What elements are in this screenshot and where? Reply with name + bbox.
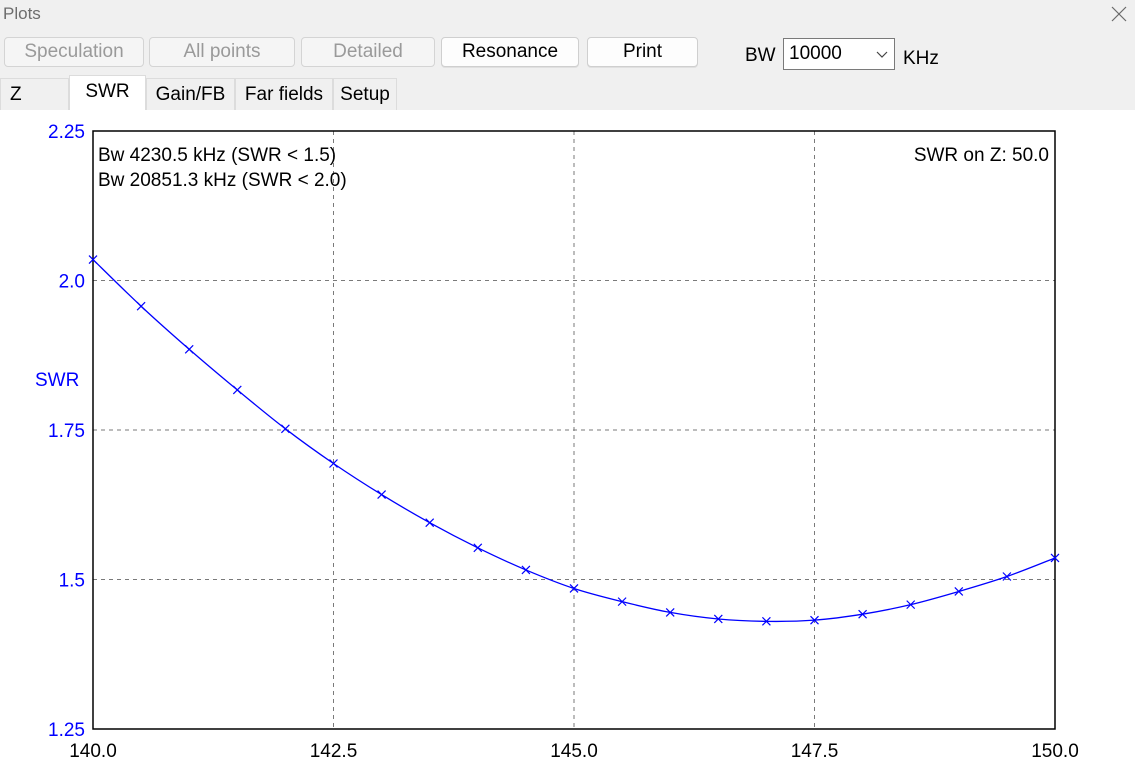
x-tick-label: 142.5 [310,741,358,762]
y-axis-label: SWR [35,370,79,391]
swr-reference-annotation: SWR on Z: 50.0 [914,145,1049,166]
data-point-marker [473,543,483,553]
x-tick-label: 150.0 [1031,741,1079,762]
y-tick-label: 2.25 [48,122,85,143]
data-point-marker [617,597,627,607]
window-title: Plots [3,4,41,23]
detailed-button[interactable]: Detailed [301,37,435,67]
tab-swr[interactable]: SWR [69,75,146,110]
data-point-marker [377,490,387,500]
data-point-marker [425,518,435,528]
print-button[interactable]: Print [587,37,698,67]
bw-annotation-1: Bw 4230.5 kHz (SWR < 1.5) [98,145,336,166]
x-tick-label: 140.0 [69,741,117,762]
tab-setup[interactable]: Setup [333,78,397,110]
resonance-button[interactable]: Resonance [441,37,579,67]
swr-plot: 140.0 142.5 145.0 147.5 150.0 1.25 1.5 1.75 2.0 2… [35,122,1079,762]
speculation-button[interactable]: Speculation [4,37,144,67]
chevron-down-icon [876,51,888,58]
y-tick-label: 1.5 [59,571,85,592]
data-point-marker [136,301,146,311]
data-point-marker [232,385,242,395]
data-point-marker [954,587,964,596]
data-point-marker [521,565,531,575]
data-point-marker [184,344,194,354]
tab-z[interactable]: Z [0,78,69,110]
bw-value: 10000 [789,43,842,64]
bw-annotation-2: Bw 20851.3 kHz (SWR < 2.0) [98,170,347,191]
data-point-marker [569,584,579,593]
close-button[interactable] [1101,0,1135,30]
toolbar: Speculation All points Detailed Resonanc… [0,30,1135,78]
y-tick-label: 1.75 [48,421,85,442]
tab-bar: Z SWR Gain/FB Far fields Setup [0,75,1135,110]
all-points-button[interactable]: All points [149,37,295,67]
bw-label: BW [745,45,776,66]
y-tick-label: 2.0 [59,272,85,293]
x-tick-label: 147.5 [791,741,839,762]
swr-series-line [92,259,1056,623]
bw-unit-label: KHz [903,48,939,69]
tab-far-fields[interactable]: Far fields [235,78,333,110]
data-point-marker [280,424,290,434]
tab-gain-fb[interactable]: Gain/FB [146,78,235,110]
y-tick-label: 1.25 [48,720,85,741]
close-icon [1111,6,1127,22]
bw-select[interactable]: 10000 [783,38,895,70]
x-tick-label: 145.0 [550,741,598,762]
title-bar: Plots [0,0,1135,30]
